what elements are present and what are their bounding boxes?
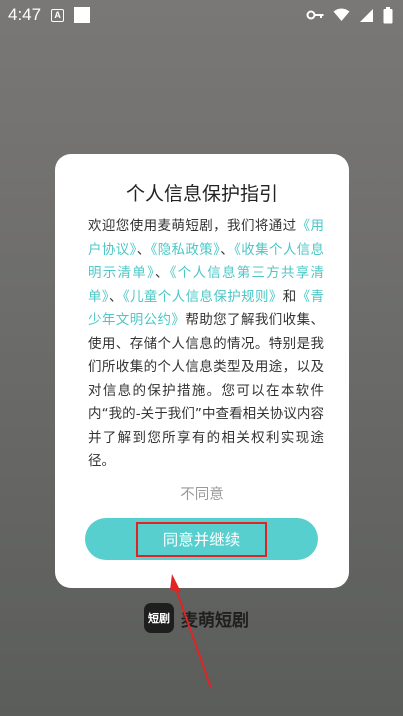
app-brand: 短剧 麦萌短剧 bbox=[144, 603, 249, 633]
notification-a-icon: A bbox=[51, 8, 65, 22]
signal-icon bbox=[359, 8, 374, 23]
dialog-title: 个人信息保护指引 bbox=[125, 183, 278, 205]
screen: 4:47 A 个人信息保护指引 欢迎您使用麦萌短剧，我们将通过《用户协议》、《隐… bbox=[0, 0, 403, 716]
disagree-button[interactable]: 不同意 bbox=[55, 485, 349, 505]
policy-link[interactable]: 《隐私政策》 bbox=[151, 242, 221, 258]
app-logo-text: 短剧 bbox=[148, 612, 170, 625]
status-time: 4:47 bbox=[8, 5, 42, 24]
status-right bbox=[306, 6, 393, 24]
app-logo-icon: 短剧 bbox=[144, 603, 174, 633]
status-bar: 4:47 A bbox=[0, 0, 403, 30]
dialog-body: 欢迎您使用麦萌短剧，我们将通过《用户协议》、《隐私政策》、《收集个人信息明示清单… bbox=[88, 215, 324, 474]
body-text: 、 bbox=[136, 241, 151, 258]
body-text: 、 bbox=[155, 265, 170, 281]
wifi-icon bbox=[333, 8, 350, 22]
status-left: 4:47 A bbox=[8, 5, 91, 25]
body-text: 、 bbox=[220, 241, 235, 258]
body-text: 欢迎您使用麦萌短剧，我们将通过 bbox=[88, 218, 297, 234]
battery-icon bbox=[383, 6, 393, 24]
app-name: 麦萌短剧 bbox=[181, 610, 249, 631]
body-text: 和 bbox=[282, 288, 297, 305]
notification-square-icon bbox=[74, 7, 91, 23]
policy-link[interactable]: 《儿童个人信息保护规则》 bbox=[123, 289, 283, 305]
annotation-highlight-box bbox=[136, 522, 267, 557]
body-text: 、 bbox=[109, 288, 123, 305]
key-icon bbox=[306, 9, 324, 21]
body-text: 帮助您了解我们收集、使用、存储个人信息的情况。特别是我们所收集的个人信息类型及用… bbox=[88, 312, 324, 469]
